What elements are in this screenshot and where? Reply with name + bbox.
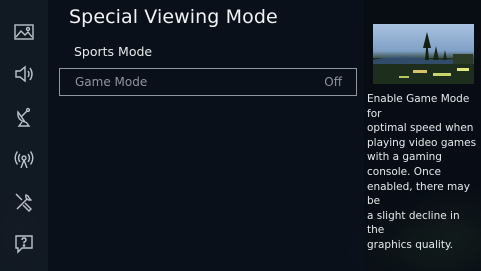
- menu-item-game-mode[interactable]: Game Mode Off: [59, 68, 357, 96]
- game-mode-thumbnail: [373, 24, 474, 84]
- info-panel: Enable Game Mode for optimal speed when …: [364, 0, 481, 271]
- game-mode-value: Off: [324, 75, 342, 89]
- game-mode-label: Game Mode: [75, 75, 148, 89]
- settings-panel: Special Viewing Mode Sports Mode Game Mo…: [48, 0, 364, 271]
- system-icon[interactable]: [12, 190, 36, 214]
- picture-icon[interactable]: [12, 20, 36, 44]
- broadcasting-icon[interactable]: [12, 105, 36, 129]
- settings-sidebar: [0, 0, 48, 271]
- menu-item-sports-mode[interactable]: Sports Mode: [74, 44, 152, 59]
- info-description: Enable Game Mode for optimal speed when …: [367, 93, 477, 251]
- page-title: Special Viewing Mode: [69, 6, 278, 28]
- sound-icon[interactable]: [12, 62, 36, 86]
- network-icon[interactable]: [12, 147, 36, 171]
- support-icon[interactable]: [12, 232, 36, 256]
